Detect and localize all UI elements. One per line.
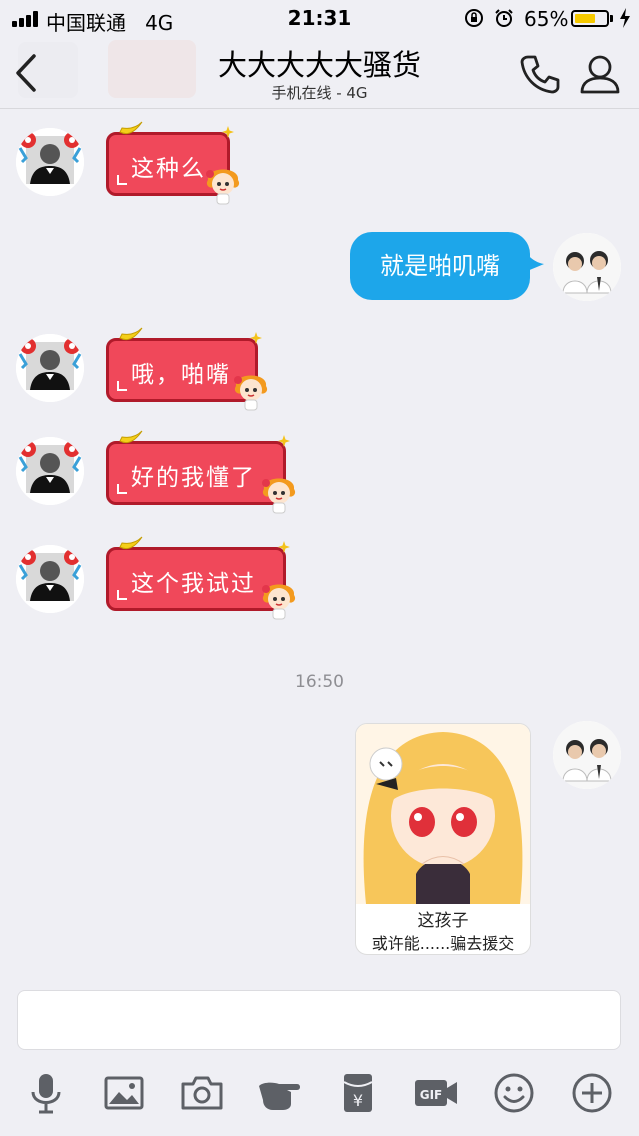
- battery-icon: [571, 10, 609, 27]
- contact-avatar[interactable]: [16, 437, 84, 505]
- image-icon[interactable]: [101, 1070, 147, 1116]
- star-icon: [278, 541, 290, 553]
- banana-icon: [119, 327, 143, 341]
- my-avatar[interactable]: [553, 721, 621, 789]
- sent-message-bubble[interactable]: 就是啪叽嘴: [350, 232, 530, 300]
- image-caption-line1: 这孩子: [417, 911, 469, 931]
- svg-text:¥: ¥: [353, 1091, 363, 1110]
- bubble-tail: [524, 250, 544, 272]
- contact-avatar[interactable]: [16, 334, 84, 402]
- phone-icon[interactable]: [518, 52, 562, 96]
- microphone-icon[interactable]: [23, 1070, 69, 1116]
- rotation-lock-icon: [465, 9, 483, 27]
- chibi-icon: [258, 575, 300, 621]
- image-caption-line2: 或许能......骗去援交: [371, 934, 515, 953]
- status-bar: 中国联通 4G 21:31 65%: [0, 0, 639, 38]
- alarm-icon: [495, 9, 513, 27]
- star-icon: [250, 332, 262, 344]
- banana-icon: [119, 121, 143, 135]
- charging-bolt-icon: [620, 8, 630, 28]
- gif-icon[interactable]: GIF: [413, 1070, 459, 1116]
- star-icon: [278, 435, 290, 447]
- star-icon: [222, 126, 234, 138]
- plus-icon[interactable]: [569, 1070, 615, 1116]
- chibi-icon: [258, 469, 300, 515]
- chat-header: 大大大大大骚货 手机在线 - 4G: [0, 38, 639, 109]
- contact-avatar[interactable]: [16, 545, 84, 613]
- profile-icon[interactable]: [578, 52, 622, 96]
- camera-icon[interactable]: [179, 1070, 225, 1116]
- message-input[interactable]: [17, 990, 621, 1050]
- battery-nub: [610, 15, 613, 22]
- svg-text:GIF: GIF: [420, 1088, 443, 1102]
- anime-girl-image: [356, 724, 530, 904]
- banana-icon: [119, 536, 143, 550]
- emoji-icon[interactable]: [491, 1070, 537, 1116]
- chibi-icon: [230, 366, 272, 412]
- banana-icon: [119, 430, 143, 444]
- battery-percent: 65%: [524, 7, 569, 31]
- red-envelope-icon[interactable]: ¥: [335, 1070, 381, 1116]
- chibi-icon: [202, 160, 244, 206]
- contact-avatar[interactable]: [16, 128, 84, 196]
- input-toolbar: ¥ GIF: [0, 1060, 639, 1136]
- image-message[interactable]: 这孩子 或许能......骗去援交: [355, 723, 531, 955]
- my-avatar[interactable]: [553, 233, 621, 301]
- red-packet-pointer-icon[interactable]: [257, 1070, 303, 1116]
- message-timestamp: 16:50: [295, 672, 344, 692]
